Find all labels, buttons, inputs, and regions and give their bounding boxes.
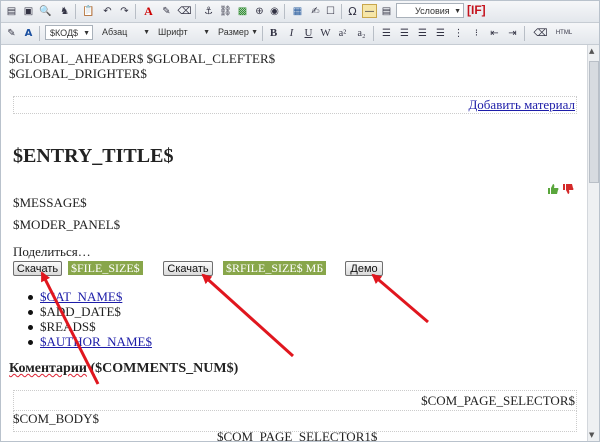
entry-title: $ENTRY_TITLE$ <box>13 145 174 167</box>
undo-icon[interactable]: ↶ <box>100 4 115 18</box>
font-select[interactable]: Шрифт ▼ <box>154 25 212 40</box>
comments-word: Коментарии <box>9 361 87 376</box>
moder-panel-placeholder: $MODER_PANEL$ <box>13 217 121 232</box>
add-material-link[interactable]: Добавить материал <box>468 97 575 113</box>
save-icon[interactable]: ▣ <box>21 4 36 18</box>
source-icon[interactable]: ▤ <box>4 4 19 18</box>
paste-icon[interactable]: 📋 <box>81 4 96 18</box>
share-text: Поделиться… <box>13 244 91 259</box>
paragraph-select[interactable]: Абзац ▼ <box>98 25 152 40</box>
ordered-list-icon[interactable]: ⋮ <box>451 26 466 40</box>
strike-button[interactable]: W <box>318 26 333 40</box>
edit-source-icon[interactable]: ✎ <box>4 26 19 40</box>
special-char-icon[interactable]: Ω <box>345 4 360 18</box>
clear-format-icon[interactable]: ⌫ <box>177 4 192 18</box>
list-item-add-date: $ADD_DATE$ <box>40 304 121 319</box>
eraser-icon[interactable]: ⌫ <box>533 26 548 40</box>
demo-button[interactable]: Демо <box>345 261 383 276</box>
size-select[interactable]: Размер ▼ <box>214 25 260 40</box>
vertical-scrollbar[interactable]: ▲ ▼ <box>587 45 599 441</box>
media-icon[interactable]: ◉ <box>267 4 282 18</box>
align-center-icon[interactable]: ☰ <box>397 26 412 40</box>
list-item-cat-name[interactable]: $CAT_NAME$ <box>40 289 122 305</box>
if-button[interactable]: [IF] <box>467 3 486 17</box>
list-item-author-name[interactable]: $AUTHOR_NAME$ <box>40 334 152 350</box>
highlight-icon[interactable]: ✎ <box>159 4 174 18</box>
unordered-list-icon[interactable]: ⁝ <box>469 26 484 40</box>
message-placeholder: $MESSAGE$ <box>13 195 87 210</box>
toolbar-row-1: ▤ ▣ 🔍 ♞ 📋 ↶ ↷ A ✎ ⌫ ⚓ ⛓ ▩ ⊕ ◉ ▦ ✍ ☐ Ω — … <box>1 1 599 23</box>
dislike-icon[interactable] <box>562 182 574 194</box>
align-right-icon[interactable]: ☰ <box>415 26 430 40</box>
anchor-icon[interactable]: ⚓ <box>201 4 216 18</box>
link-icon[interactable]: ⛓ <box>218 4 233 18</box>
html-editor: ▤ ▣ 🔍 ♞ 📋 ↶ ↷ A ✎ ⌫ ⚓ ⛓ ▩ ⊕ ◉ ▦ ✍ ☐ Ω — … <box>0 0 600 442</box>
download-button-2[interactable]: Скачать <box>163 261 213 276</box>
toolbar-row-2: ✎ A $КОД$ ▼ Абзац ▼ Шрифт ▼ Размер ▼ B I U W… <box>1 23 599 45</box>
horizontal-rule-icon[interactable]: — <box>362 4 377 18</box>
com-body: $COM_BODY$ <box>13 411 99 426</box>
edit-icon[interactable]: ✍ <box>308 4 323 18</box>
bold-button[interactable]: B <box>266 26 281 40</box>
redo-icon[interactable]: ↷ <box>117 4 132 18</box>
preview-icon[interactable]: 🔍 <box>38 4 53 18</box>
format-a-icon[interactable]: A <box>21 26 36 40</box>
font-color-icon[interactable]: A <box>141 4 156 18</box>
comments-heading: Коментарии ($COMMENTS_NUM$) <box>9 361 238 377</box>
subscript-button[interactable]: a₂ <box>354 26 369 40</box>
find-icon[interactable]: ♞ <box>57 4 72 18</box>
table-icon[interactable]: ▦ <box>290 4 305 18</box>
scroll-up-icon[interactable]: ▲ <box>589 47 594 55</box>
page-break-icon[interactable]: ▤ <box>379 4 394 18</box>
file-size-tag: $FILE_SIZE$ <box>68 261 143 275</box>
flash-icon[interactable]: ⊕ <box>252 4 267 18</box>
image-icon[interactable]: ▩ <box>235 4 250 18</box>
outdent-icon[interactable]: ⇤ <box>487 26 502 40</box>
editor-content[interactable]: $GLOBAL_AHEADER$ $GLOBAL_CLEFTER$ $GLOBA… <box>1 45 587 441</box>
conditions-select[interactable]: Условия ▼ <box>396 3 464 18</box>
download-button-1[interactable]: Скачать <box>13 261 62 276</box>
underline-button[interactable]: U <box>301 26 316 40</box>
scroll-down-icon[interactable]: ▼ <box>589 431 594 439</box>
italic-button[interactable]: I <box>284 26 299 40</box>
align-left-icon[interactable]: ☰ <box>379 26 394 40</box>
global-header-line1: $GLOBAL_AHEADER$ $GLOBAL_CLEFTER$ <box>9 51 276 66</box>
scroll-thumb[interactable] <box>589 61 599 183</box>
rfile-size-tag: $RFILE_SIZE$ МБ <box>223 261 327 275</box>
indent-icon[interactable]: ⇥ <box>505 26 520 40</box>
com-page-selector1: $COM_PAGE_SELECTOR1$ <box>217 429 378 441</box>
like-icon[interactable] <box>547 182 559 194</box>
template-icon[interactable]: ☐ <box>323 4 338 18</box>
align-justify-icon[interactable]: ☰ <box>433 26 448 40</box>
comments-count: ($COMMENTS_NUM$) <box>86 361 239 376</box>
list-item-reads: $READS$ <box>40 319 96 334</box>
code-select[interactable]: $КОД$ ▼ <box>45 25 93 40</box>
superscript-button[interactable]: a² <box>335 26 350 40</box>
html-button[interactable]: HTML <box>553 26 575 40</box>
global-header-line2: $GLOBAL_DRIGHTER$ <box>9 66 147 81</box>
com-page-selector: $COM_PAGE_SELECTOR$ <box>421 393 575 408</box>
